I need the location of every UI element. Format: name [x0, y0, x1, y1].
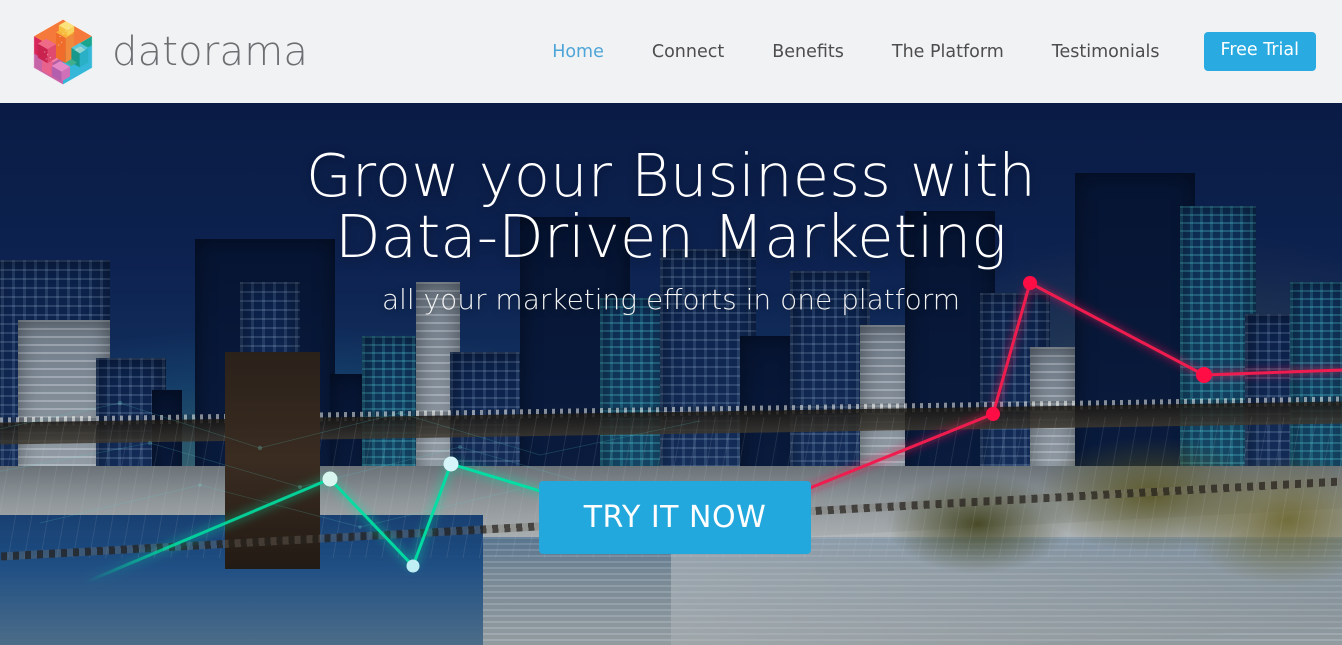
nav-item-benefits[interactable]: Benefits	[748, 34, 868, 70]
hero-headline: Grow your Business with Data-Driven Mark…	[0, 145, 1342, 267]
try-it-now-button[interactable]: TRY IT NOW	[539, 481, 811, 554]
main-navigation: Home Connect Benefits The Platform Testi…	[528, 0, 1316, 103]
page-root: datorama Home Connect Benefits The Platf…	[0, 0, 1342, 645]
brand-logo-link[interactable]: datorama	[28, 17, 308, 87]
brand-name-text: datorama	[112, 29, 309, 75]
nav-item-home[interactable]: Home	[528, 34, 628, 70]
hero-text-block: Grow your Business with Data-Driven Mark…	[0, 145, 1342, 316]
hero-subheadline: all your marketing efforts in one platfo…	[381, 283, 961, 316]
hero-headline-line-2: Data-Driven Marketing	[335, 202, 1007, 271]
site-header: datorama Home Connect Benefits The Platf…	[0, 0, 1342, 103]
nav-item-connect[interactable]: Connect	[628, 34, 748, 70]
nav-item-testimonials[interactable]: Testimonials	[1028, 34, 1184, 70]
free-trial-button[interactable]: Free Trial	[1203, 32, 1316, 71]
nav-item-the-platform[interactable]: The Platform	[868, 34, 1028, 70]
datorama-hexagon-cube-logo-icon	[33, 19, 93, 85]
hero-headline-line-1: Grow your Business with	[305, 141, 1037, 210]
